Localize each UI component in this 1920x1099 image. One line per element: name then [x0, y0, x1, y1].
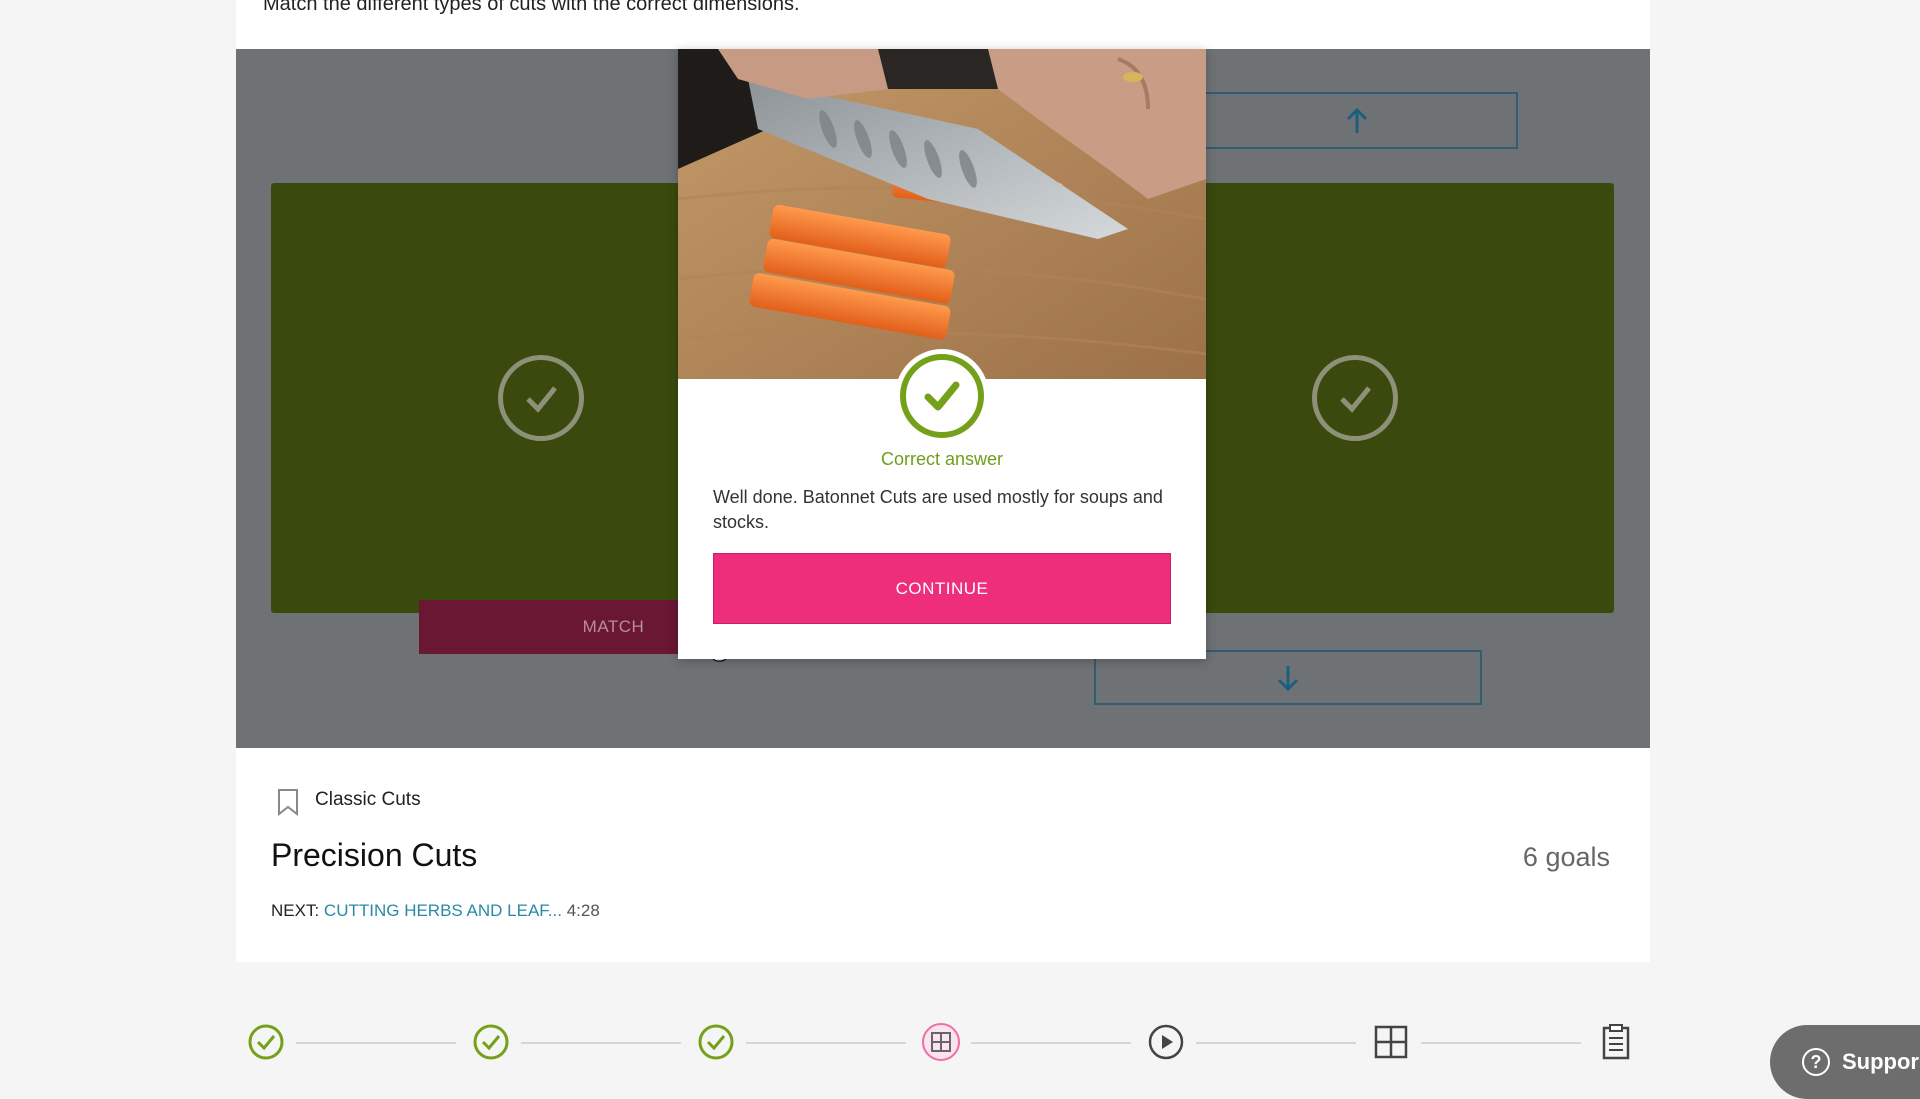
lesson-progress-bar	[236, 1010, 1650, 1080]
support-label: Suppor	[1842, 1049, 1919, 1074]
scroll-up-button[interactable]	[1196, 92, 1518, 149]
correct-answer-label: Correct answer	[880, 449, 1004, 469]
check-icon	[498, 355, 584, 441]
check-circle-icon	[248, 1024, 284, 1060]
progress-step-5[interactable]	[1146, 1022, 1186, 1062]
progress-step-3[interactable]	[696, 1022, 736, 1062]
progress-connector	[971, 1042, 1131, 1044]
arrow-down-icon	[1277, 665, 1299, 691]
next-lesson-link[interactable]: CUTTING HERBS AND LEAF...	[324, 901, 562, 920]
correct-badge	[895, 349, 989, 443]
bookmark-icon[interactable]	[276, 788, 300, 816]
progress-step-1[interactable]	[246, 1022, 286, 1062]
instructions-text: Match the different types of cuts with t…	[263, 0, 800, 15]
progress-step-4-current[interactable]	[921, 1022, 961, 1062]
help-icon: ?	[1802, 1048, 1830, 1076]
progress-connector	[521, 1042, 681, 1044]
continue-button[interactable]: CONTINUE	[713, 553, 1171, 624]
clipboard-icon	[1602, 1024, 1630, 1060]
progress-connector	[1421, 1042, 1581, 1044]
support-button[interactable]: ? Suppor	[1770, 1025, 1920, 1099]
next-lesson-duration: 4:28	[566, 901, 600, 920]
progress-step-7[interactable]	[1596, 1022, 1636, 1062]
play-circle-icon	[1148, 1024, 1184, 1060]
progress-step-2[interactable]	[471, 1022, 511, 1062]
cut-card-left[interactable]	[271, 183, 701, 613]
progress-step-6[interactable]	[1371, 1022, 1411, 1062]
lesson-category: Classic Cuts	[315, 789, 421, 810]
progress-connector	[746, 1042, 906, 1044]
checkmark-icon	[924, 381, 960, 411]
activity-icon	[922, 1023, 960, 1061]
lesson-title: Precision Cuts	[271, 837, 478, 873]
check-icon	[1312, 355, 1398, 441]
next-lesson: NEXT: CUTTING HERBS AND LEAF... 4:28	[271, 901, 600, 921]
goals-count: 6 goals	[1522, 842, 1610, 872]
next-prefix: NEXT:	[271, 901, 320, 920]
check-circle-icon	[698, 1024, 734, 1060]
arrow-up-icon	[1346, 107, 1368, 133]
feedback-text: Well done. Batonnet Cuts are used mostly…	[713, 487, 1163, 532]
check-circle-icon	[473, 1024, 509, 1060]
progress-connector	[1196, 1042, 1356, 1044]
feedback-modal: Correct answer Well done. Batonnet Cuts …	[678, 49, 1206, 659]
activity-icon	[1374, 1025, 1408, 1059]
carrot-cutting-photo	[678, 49, 1206, 379]
dimension-card-right[interactable]	[1196, 183, 1614, 613]
progress-connector	[296, 1042, 456, 1044]
